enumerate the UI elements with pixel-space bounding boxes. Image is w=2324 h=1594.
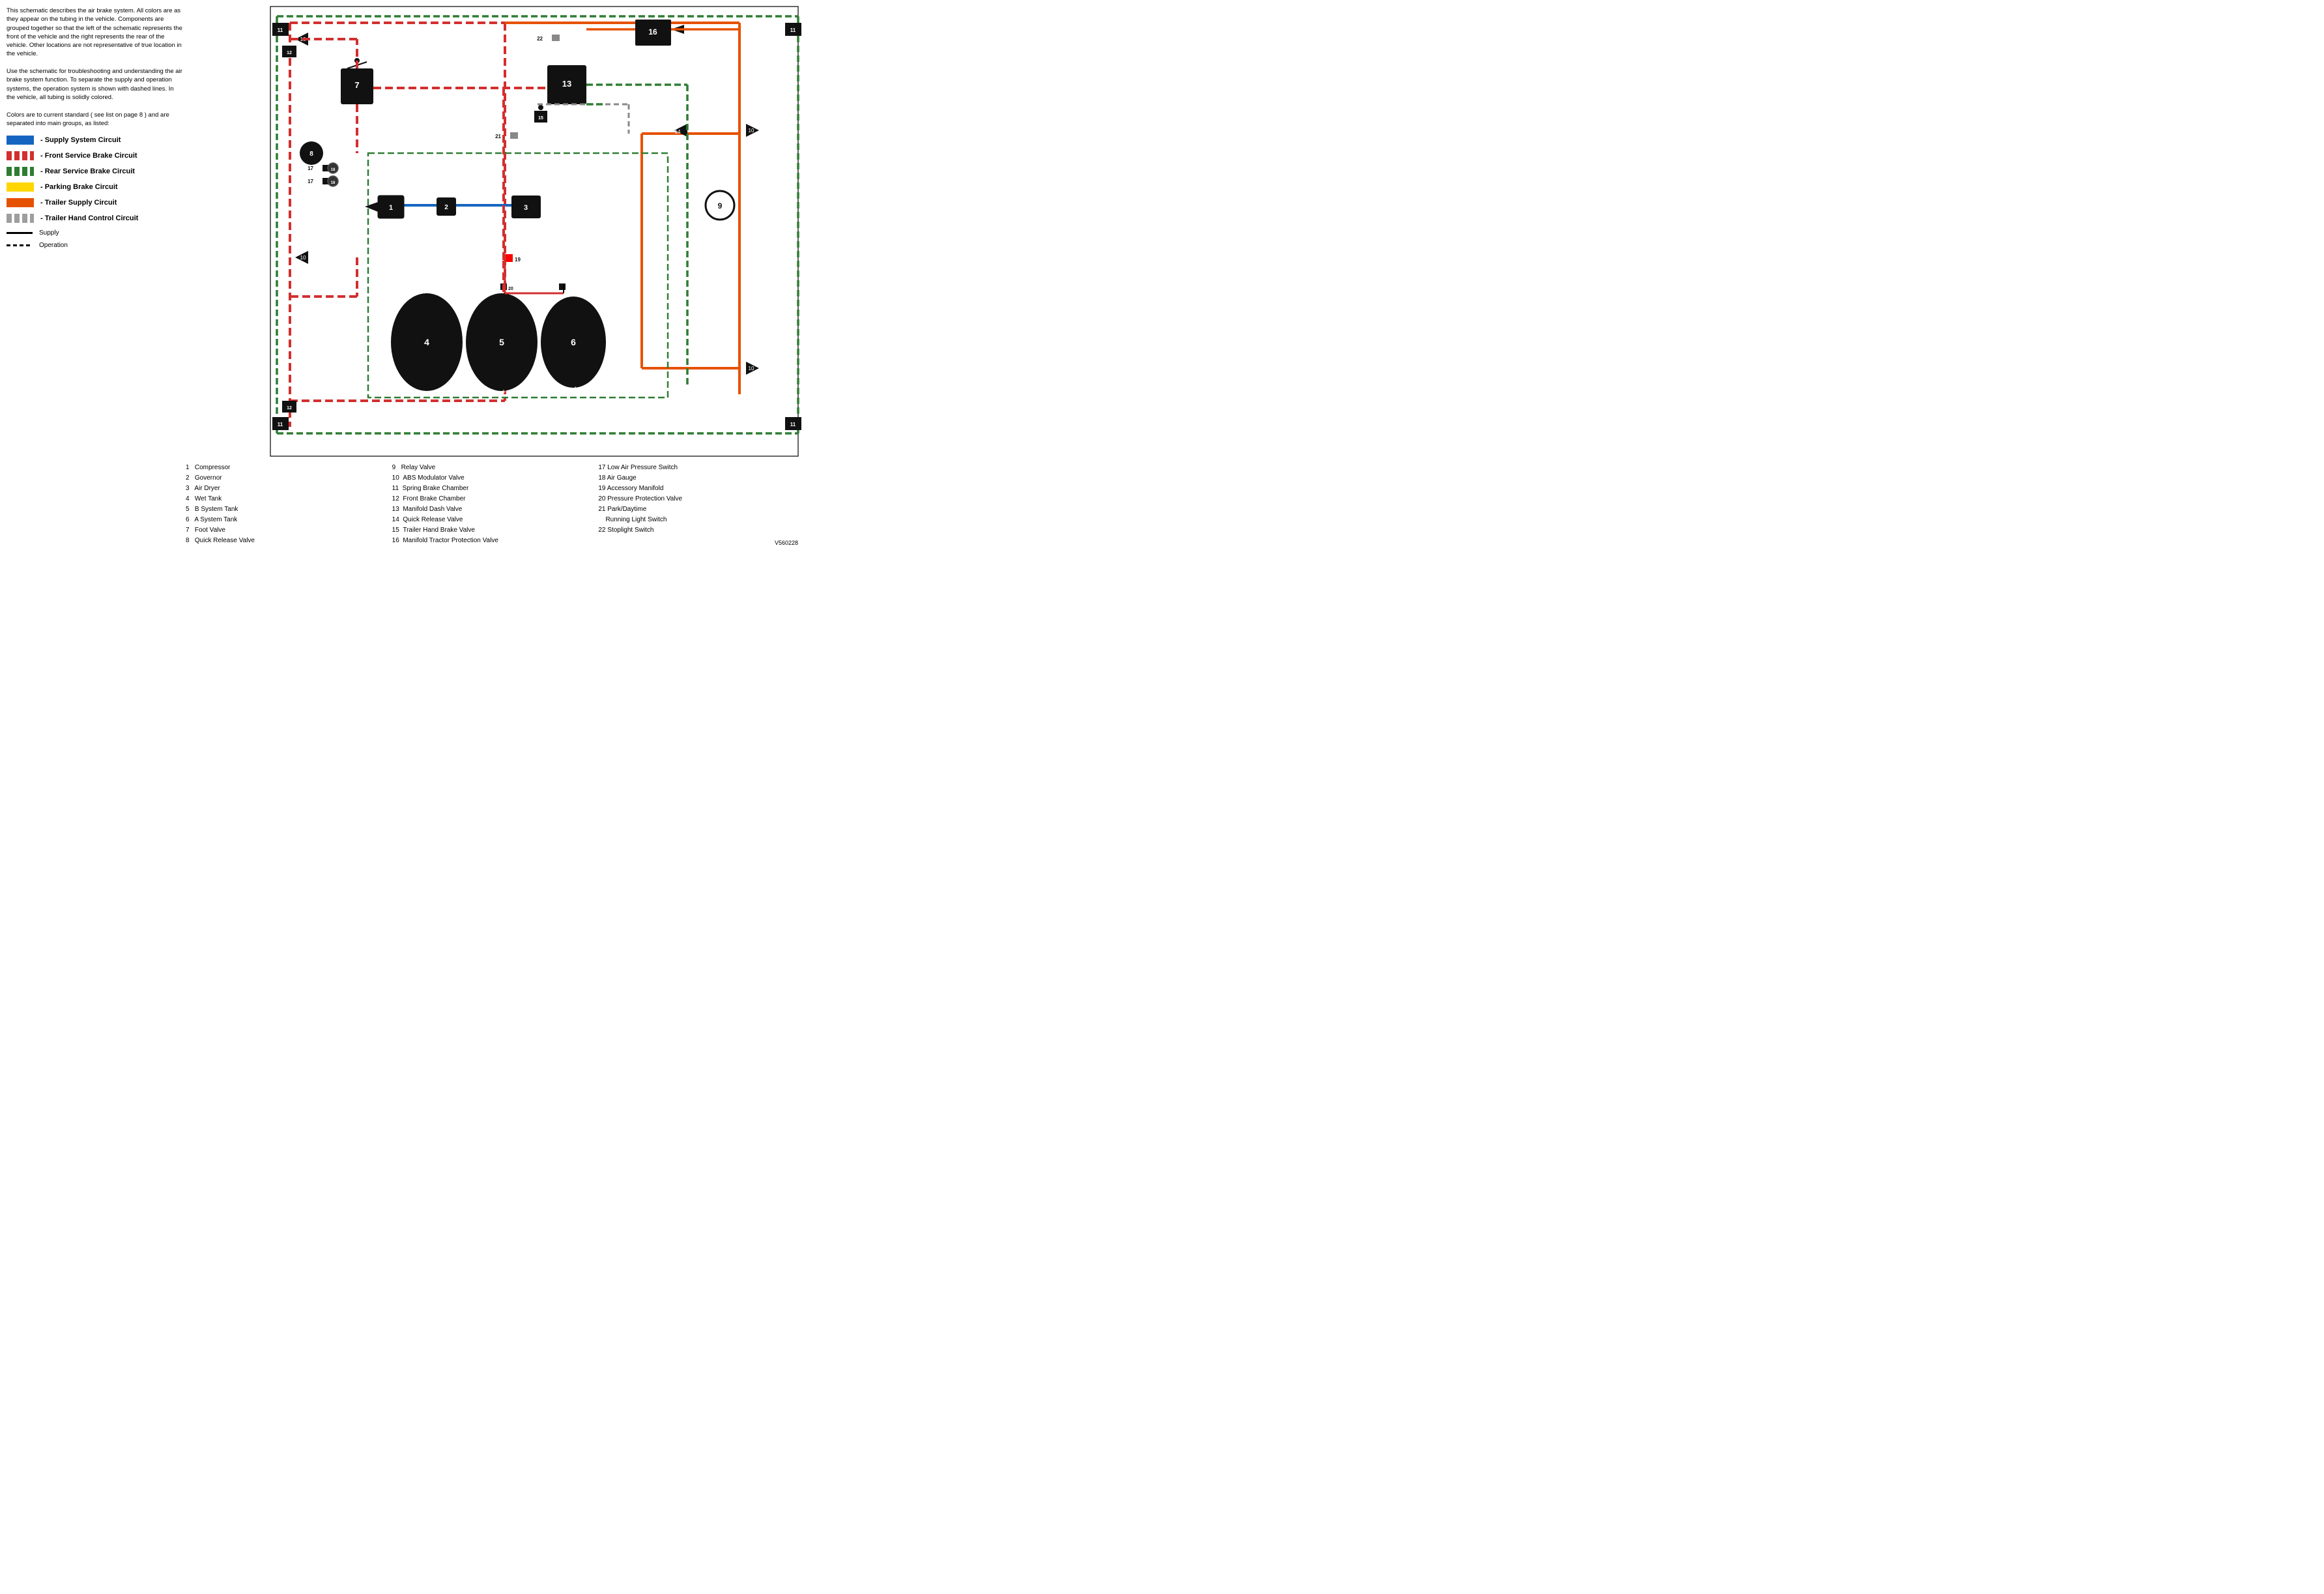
- legend-label-front-brake: - Front Service Brake Circuit: [40, 152, 137, 160]
- part-7: 7 Foot Valve: [186, 525, 386, 536]
- svg-text:3: 3: [524, 204, 528, 212]
- legend-color-rear-brake: [7, 167, 34, 176]
- svg-text:18: 18: [331, 181, 336, 185]
- legend-item-rear-brake: - Rear Service Brake Circuit: [7, 167, 182, 176]
- part-21: 21 Park/Daytime: [598, 504, 798, 515]
- part-10: 10 ABS Modulator Valve: [392, 473, 592, 484]
- svg-text:4: 4: [424, 337, 429, 347]
- svg-text:1: 1: [389, 204, 393, 212]
- page: This schematic describes the air brake s…: [0, 0, 821, 564]
- svg-text:7: 7: [354, 80, 359, 90]
- legend-item-trailer-hand: - Trailer Hand Control Circuit: [7, 214, 182, 223]
- svg-text:16: 16: [648, 27, 657, 36]
- svg-text:12: 12: [287, 406, 292, 411]
- schematic-diagram: 1 2 3 4 5 6 + + 7: [186, 3, 805, 459]
- legend-color-parking: [7, 182, 34, 192]
- part-8: 8 Quick Release Valve: [186, 536, 386, 546]
- svg-text:14: 14: [675, 129, 681, 135]
- parts-list: 1 Compressor 2 Governor 3 Air Dryer 4 We…: [186, 463, 805, 547]
- desc-para2: Use the schematic for troubleshooting an…: [7, 67, 182, 102]
- part-1: 1 Compressor: [186, 463, 386, 473]
- svg-text:10: 10: [300, 255, 306, 261]
- description-text: This schematic describes the air brake s…: [7, 7, 182, 128]
- svg-text:6: 6: [571, 337, 576, 347]
- schematic-svg: 1 2 3 4 5 6 + + 7: [186, 3, 805, 459]
- part-5: 5 B System Tank: [186, 504, 386, 515]
- desc-para3: Colors are to current standard ( see lis…: [7, 111, 182, 128]
- legend-label-rear-brake: - Rear Service Brake Circuit: [40, 167, 135, 175]
- svg-text:11: 11: [790, 27, 796, 33]
- solid-line-icon: [7, 232, 33, 234]
- svg-text:+: +: [573, 384, 577, 393]
- operation-line-label: Operation: [39, 242, 68, 249]
- legend-color-front-brake: [7, 151, 34, 160]
- parts-col-3: 17 Low Air Pressure Switch 18 Air Gauge …: [598, 463, 805, 547]
- svg-text:17: 17: [308, 166, 313, 171]
- legend-item-parking: - Parking Brake Circuit: [7, 182, 182, 192]
- svg-text:22: 22: [537, 36, 543, 42]
- legend-color-trailer-supply: [7, 198, 34, 207]
- legend-item-front-brake: - Front Service Brake Circuit: [7, 151, 182, 160]
- svg-text:2: 2: [444, 204, 448, 211]
- supply-line-label: Supply: [39, 229, 59, 237]
- left-panel: This schematic describes the air brake s…: [7, 7, 182, 252]
- supply-line-legend: Supply: [7, 229, 182, 237]
- part-4: 4 Wet Tank: [186, 494, 386, 504]
- legend-label-supply: - Supply System Circuit: [40, 136, 121, 144]
- legend: - Supply System Circuit - Front Service …: [7, 136, 182, 249]
- desc-para1: This schematic describes the air brake s…: [7, 7, 182, 59]
- svg-text:17: 17: [308, 179, 313, 184]
- part-17: 17 Low Air Pressure Switch: [598, 463, 798, 473]
- legend-item-trailer-supply: - Trailer Supply Circuit: [7, 198, 182, 207]
- legend-item-supply: - Supply System Circuit: [7, 136, 182, 145]
- part-18: 18 Air Gauge: [598, 473, 798, 484]
- svg-text:+: +: [501, 387, 506, 396]
- part-15: 15 Trailer Hand Brake Valve: [392, 525, 592, 536]
- svg-text:20: 20: [508, 287, 513, 291]
- part-20: 20 Pressure Protection Valve: [598, 494, 798, 504]
- part-12: 12 Front Brake Chamber: [392, 494, 592, 504]
- svg-text:11: 11: [278, 27, 283, 33]
- dashed-line-icon: [7, 244, 33, 246]
- parts-col-2: 9 Relay Valve 10 ABS Modulator Valve 11 …: [392, 463, 599, 547]
- svg-text:10: 10: [749, 366, 754, 371]
- svg-text:10: 10: [749, 128, 754, 134]
- part-22: 22 Stoplight Switch: [598, 525, 798, 536]
- svg-text:11: 11: [278, 422, 283, 427]
- svg-text:21: 21: [495, 134, 501, 139]
- svg-text:18: 18: [331, 168, 336, 172]
- svg-text:19: 19: [515, 257, 521, 263]
- part-19: 19 Accessory Manifold: [598, 484, 798, 494]
- part-2: 2 Governor: [186, 473, 386, 484]
- svg-text:5: 5: [499, 337, 504, 347]
- legend-label-trailer-supply: - Trailer Supply Circuit: [40, 199, 117, 207]
- part-13: 13 Manifold Dash Valve: [392, 504, 592, 515]
- version-tag: V560228: [598, 538, 798, 547]
- part-6: 6 A System Tank: [186, 515, 386, 525]
- part-16: 16 Manifold Tractor Protection Valve: [392, 536, 592, 546]
- parts-col-1: 1 Compressor 2 Governor 3 Air Dryer 4 We…: [186, 463, 392, 547]
- operation-line-legend: Operation: [7, 242, 182, 249]
- part-3: 3 Air Dryer: [186, 484, 386, 494]
- part-14: 14 Quick Release Valve: [392, 515, 592, 525]
- legend-color-supply: [7, 136, 34, 145]
- svg-text:9: 9: [718, 201, 723, 210]
- svg-text:13: 13: [562, 79, 571, 89]
- legend-label-parking: - Parking Brake Circuit: [40, 183, 118, 191]
- svg-text:15: 15: [538, 116, 543, 121]
- legend-color-trailer-hand: [7, 214, 34, 223]
- legend-label-trailer-hand: - Trailer Hand Control Circuit: [40, 214, 138, 222]
- part-21b: Running Light Switch: [598, 515, 798, 525]
- svg-text:8: 8: [309, 151, 313, 158]
- svg-text:11: 11: [790, 422, 796, 427]
- part-11: 11 Spring Brake Chamber: [392, 484, 592, 494]
- svg-text:12: 12: [287, 51, 292, 55]
- part-9: 9 Relay Valve: [392, 463, 592, 473]
